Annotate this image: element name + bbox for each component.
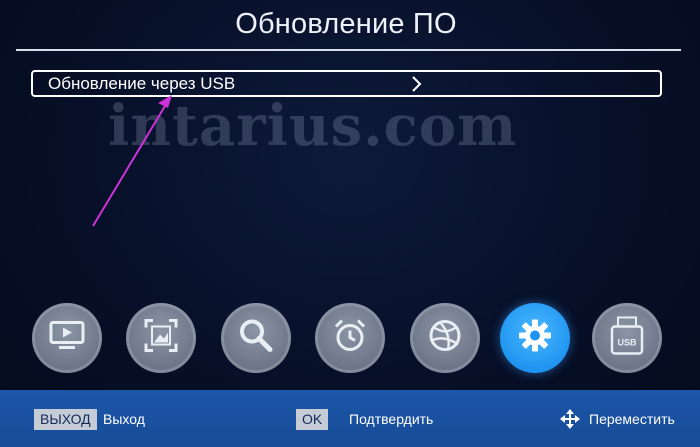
exit-label: Выход — [103, 411, 145, 427]
annotation-arrow — [92, 95, 172, 227]
main-menu-icons: USB — [0, 303, 700, 375]
search-button[interactable] — [221, 303, 291, 373]
picture-button[interactable] — [126, 303, 196, 373]
globe-button[interactable] — [410, 303, 480, 373]
usb-button[interactable]: USB — [592, 303, 662, 373]
ok-key[interactable]: OK — [296, 409, 329, 430]
picture-icon — [144, 319, 178, 358]
exit-key[interactable]: ВЫХОД — [34, 409, 97, 430]
alarm-clock-button[interactable] — [315, 303, 385, 373]
settings-button[interactable] — [500, 303, 570, 373]
search-icon — [238, 318, 274, 359]
confirm-label: Подтвердить — [349, 411, 434, 427]
usb-drive-icon: USB — [610, 316, 644, 361]
gear-icon — [518, 319, 552, 358]
tv-icon — [49, 321, 85, 356]
usb-icon-text: USB — [617, 338, 637, 348]
move-arrows-icon — [560, 409, 580, 434]
move-label: Переместить — [589, 411, 675, 427]
tv-button[interactable] — [32, 303, 102, 373]
globe-icon — [428, 319, 462, 358]
footer-bar: ВЫХОД Выход OK Подтвердить Переместить — [0, 390, 700, 447]
alarm-clock-icon — [332, 318, 368, 359]
